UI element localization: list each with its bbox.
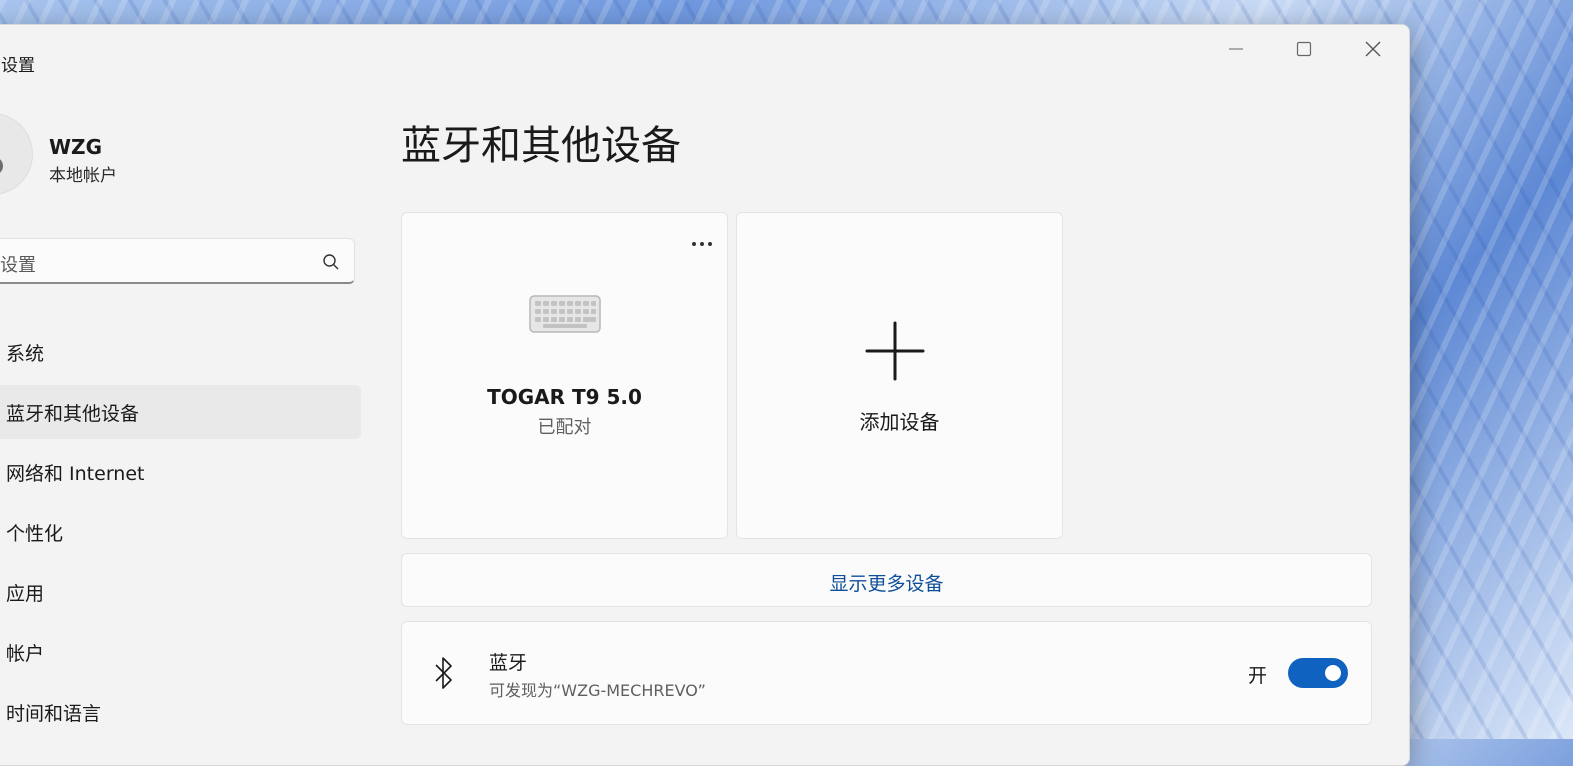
add-device-button[interactable]: 添加设备 [736, 212, 1063, 539]
device-name: TOGAR T9 5.0 [487, 385, 642, 409]
bluetooth-toggle[interactable] [1288, 658, 1348, 688]
page-title: 蓝牙和其他设备 [401, 123, 681, 169]
close-button[interactable] [1350, 35, 1396, 63]
minimize-icon [1229, 48, 1243, 50]
user-name: WZG [49, 135, 102, 159]
search-icon[interactable] [322, 253, 340, 271]
add-device-label: 添加设备 [859, 410, 940, 434]
device-status: 已配对 [537, 417, 592, 438]
sidebar-item-label: 个性化 [6, 523, 64, 545]
avatar[interactable] [0, 113, 33, 195]
toggle-knob [1325, 665, 1341, 681]
show-more-label: 显示更多设备 [829, 573, 944, 595]
more-icon [692, 242, 712, 246]
sidebar-item-personalization[interactable]: 个性化 [0, 505, 361, 559]
maximize-button[interactable] [1281, 35, 1327, 63]
sidebar-item-label: 网络和 Internet [6, 463, 145, 485]
sidebar-item-accounts[interactable]: 帐户 [0, 625, 361, 679]
search-placeholder: 设置 [0, 255, 36, 276]
more-options-button[interactable] [687, 235, 717, 255]
sidebar-nav: 系统 蓝牙和其他设备 网络和 Internet 个性化 应用 帐户 时间和语言 [0, 325, 361, 745]
minimize-button[interactable] [1213, 35, 1259, 63]
bluetooth-setting-row: 蓝牙 可发现为“WZG-MECHREVO” 开 [401, 621, 1372, 725]
bluetooth-title: 蓝牙 [489, 652, 528, 674]
sidebar-item-system[interactable]: 系统 [0, 325, 361, 379]
device-card[interactable]: TOGAR T9 5.0 已配对 [401, 212, 728, 539]
sidebar-item-label: 应用 [6, 583, 45, 605]
account-type: 本地帐户 [49, 166, 117, 186]
close-icon [1365, 41, 1381, 57]
bluetooth-icon [435, 657, 452, 689]
sidebar-item-label: 时间和语言 [6, 703, 102, 725]
maximize-icon [1296, 41, 1312, 57]
sidebar-item-network-internet[interactable]: 网络和 Internet [0, 445, 361, 499]
sidebar-item-label: 系统 [6, 343, 45, 365]
search-input[interactable]: 设置 [0, 238, 355, 284]
toggle-state-label: 开 [1248, 665, 1268, 687]
bluetooth-subtitle: 可发现为“WZG-MECHREVO” [489, 681, 706, 700]
plus-icon [865, 321, 925, 381]
sidebar-item-bluetooth-devices[interactable]: 蓝牙和其他设备 [0, 385, 361, 439]
show-more-devices-button[interactable]: 显示更多设备 [401, 553, 1372, 607]
sidebar-item-label: 蓝牙和其他设备 [6, 403, 140, 425]
keyboard-icon [529, 295, 601, 333]
settings-window: 设置 WZG 本地帐户 设置 系统 蓝牙和其他设备 网络和 Internet 个… [0, 24, 1410, 766]
app-title: 设置 [1, 56, 35, 76]
sidebar-item-apps[interactable]: 应用 [0, 565, 361, 619]
sidebar-item-label: 帐户 [6, 643, 45, 665]
sidebar-item-time-language[interactable]: 时间和语言 [0, 685, 361, 739]
